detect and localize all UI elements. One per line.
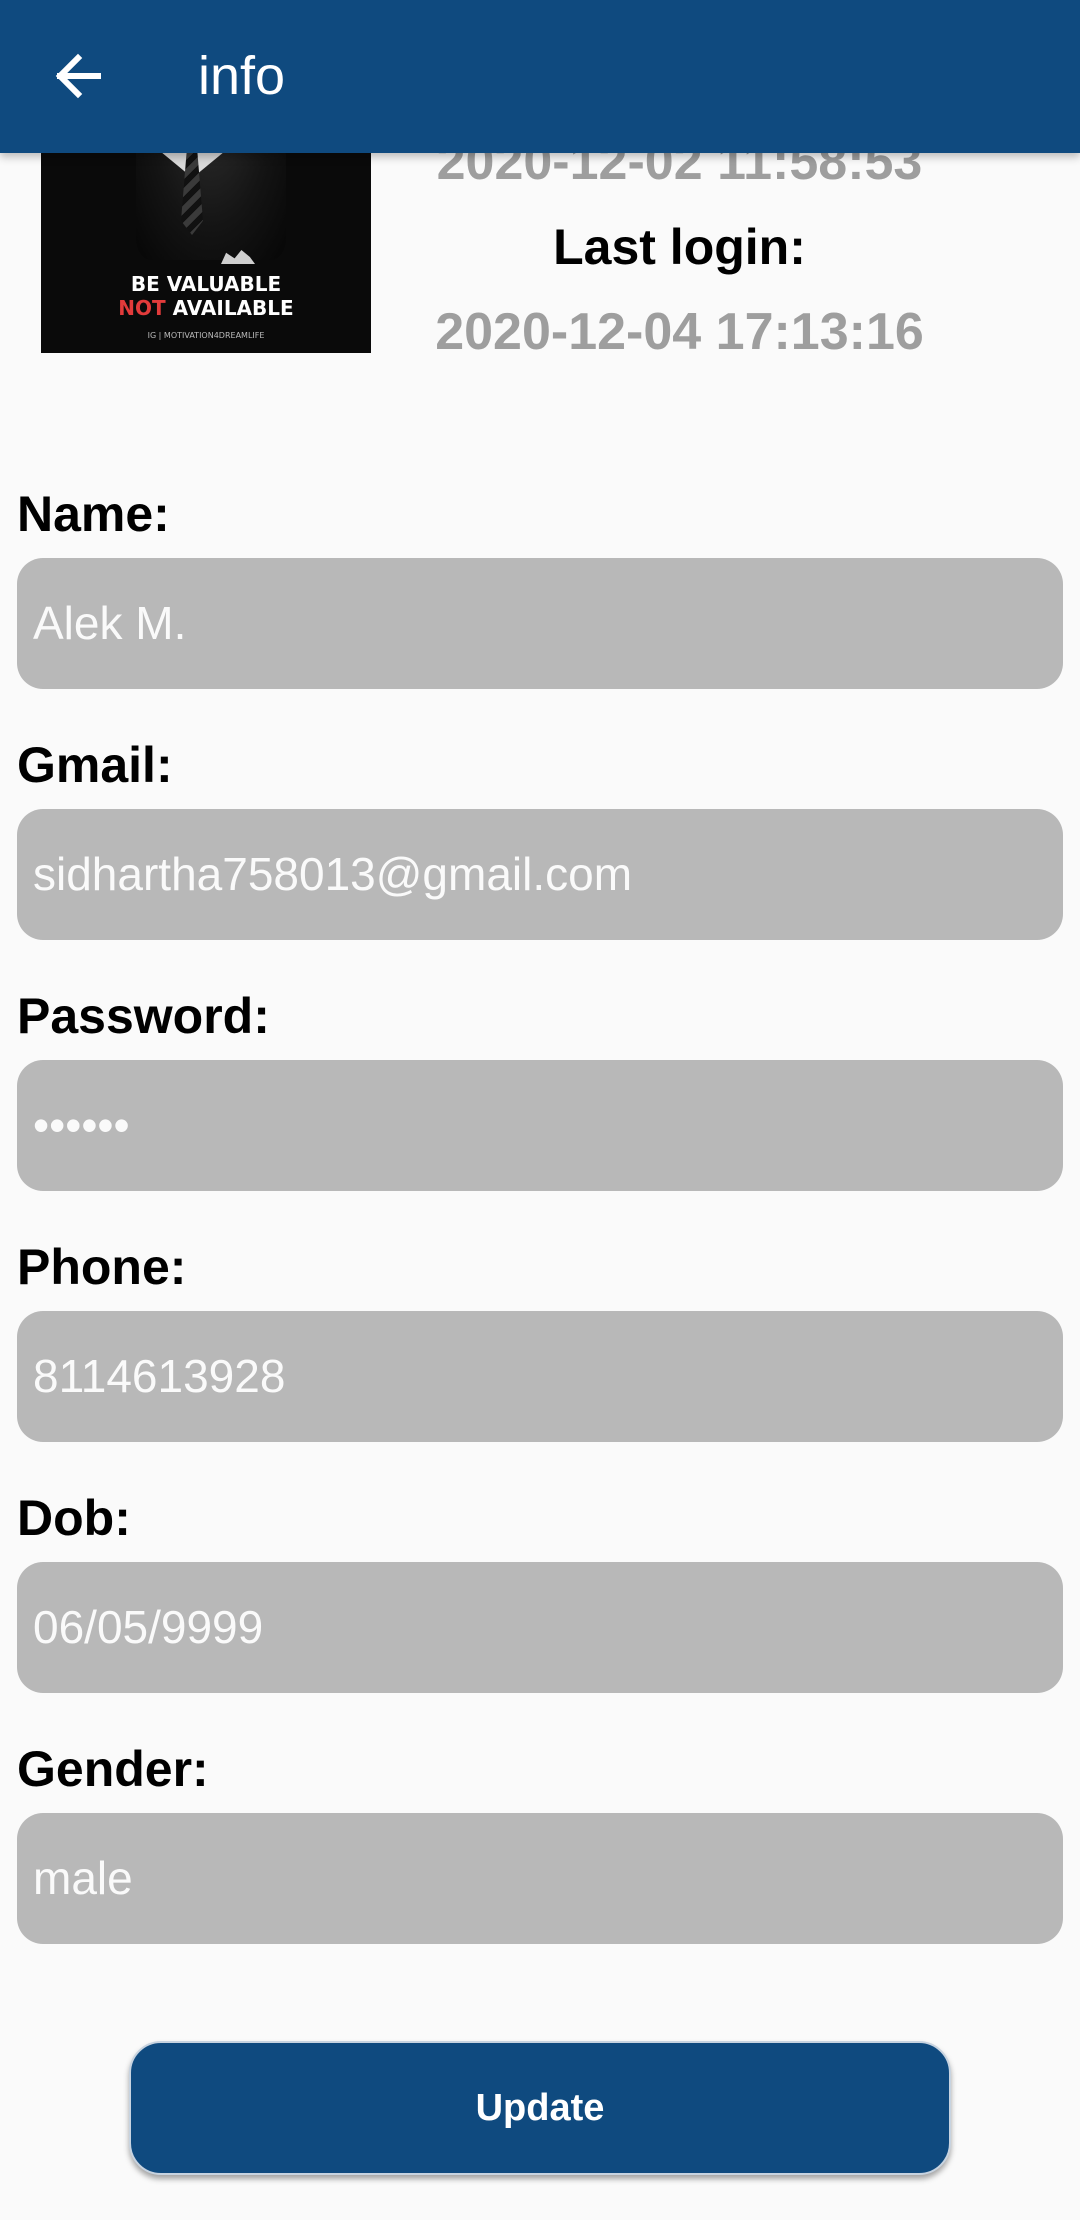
app-toolbar: info bbox=[0, 0, 1080, 153]
account-meta: 2020-12-02 11:58:53 Last login: 2020-12-… bbox=[372, 120, 987, 374]
gender-label: Gender: bbox=[17, 1741, 209, 1797]
profile-image-caption-line2: NOT AVAILABLE bbox=[41, 296, 371, 320]
gender-field[interactable]: male bbox=[17, 1813, 1063, 1944]
phone-label: Phone: bbox=[17, 1239, 187, 1295]
profile-image-caption-line1: BE VALUABLE bbox=[130, 272, 282, 296]
profile-image-caption-rest: AVAILABLE bbox=[165, 296, 294, 320]
dob-label: Dob: bbox=[17, 1490, 131, 1546]
profile-scroll-area[interactable]: BE VALUABLE NOT AVAILABLE IG | MOTIVATIO… bbox=[0, 0, 1080, 2220]
profile-image-caption-line3: IG | MOTIVATION4DREAMLIFE bbox=[147, 331, 265, 340]
profile-form: Name: Alek M. Gmail: sidhartha758013@gma… bbox=[17, 470, 1063, 1976]
toolbar-title: info bbox=[198, 46, 286, 106]
gmail-field[interactable]: sidhartha758013@gmail.com bbox=[17, 809, 1063, 940]
last-login-date: 2020-12-04 17:13:16 bbox=[435, 303, 924, 361]
profile-image-caption-red: NOT bbox=[118, 296, 166, 320]
dob-field[interactable]: 06/05/9999 bbox=[17, 1562, 1063, 1693]
arrow-left-icon bbox=[55, 53, 101, 99]
gmail-label: Gmail: bbox=[17, 737, 173, 793]
phone-field[interactable]: 8114613928 bbox=[17, 1311, 1063, 1442]
update-button[interactable]: Update bbox=[129, 2041, 951, 2175]
name-label: Name: bbox=[17, 486, 170, 542]
back-button[interactable] bbox=[40, 36, 120, 116]
name-field[interactable]: Alek M. bbox=[17, 558, 1063, 689]
password-field[interactable]: •••••• bbox=[17, 1060, 1063, 1191]
last-login-label: Last login: bbox=[553, 219, 806, 275]
password-label: Password: bbox=[17, 988, 270, 1044]
